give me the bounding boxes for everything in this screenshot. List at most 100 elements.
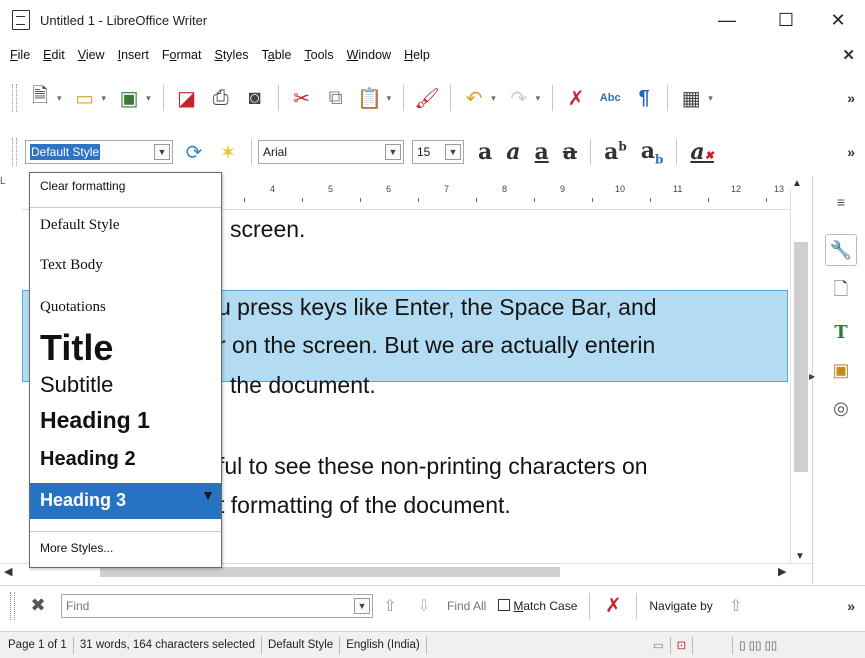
style-heading-3[interactable]: Heading 3 ▼ — [30, 483, 221, 519]
underline-icon[interactable]: a — [535, 139, 549, 165]
subscript-icon[interactable]: ab — [641, 138, 664, 166]
style-options-arrow-icon[interactable]: ▼ — [201, 487, 215, 503]
page-count[interactable]: Page 1 of 1 — [0, 636, 74, 654]
properties-wrench-icon[interactable]: 🔧 — [825, 234, 857, 266]
toolbar-overflow-icon[interactable]: » — [847, 90, 855, 106]
page-icon[interactable]: 🗋 — [825, 276, 857, 308]
paste-icon[interactable]: 📋 — [355, 83, 385, 113]
table-dropdown-icon[interactable]: ▾ — [708, 93, 713, 104]
paragraph-style-dropdown-icon[interactable]: ▼ — [154, 144, 170, 160]
cut-icon[interactable]: ✂ — [287, 83, 317, 113]
paragraph-style-combo[interactable]: Default Style ▼ — [25, 140, 173, 164]
toolbar-grip[interactable] — [12, 138, 17, 166]
tab-stop-selector[interactable]: L — [0, 176, 22, 190]
spelling-icon[interactable]: Abc — [595, 83, 625, 113]
match-case-checkbox[interactable]: Match Case — [498, 598, 577, 613]
style-text-body[interactable]: Text Body — [30, 257, 221, 274]
style-more-styles[interactable]: More Styles... — [30, 541, 221, 555]
export-pdf-icon[interactable]: ◪ — [172, 83, 202, 113]
navigate-previous-icon[interactable]: ⇧ — [721, 591, 751, 621]
page-style[interactable]: Default Style — [262, 636, 341, 654]
find-dropdown-icon[interactable]: ▼ — [354, 597, 370, 614]
style-default[interactable]: Default Style — [30, 217, 221, 234]
style-heading-2[interactable]: Heading 2 — [30, 448, 221, 471]
document-line[interactable]: u press keys like Enter, the Space Bar, … — [218, 294, 657, 321]
font-name-combo[interactable]: Arial ▼ — [258, 140, 404, 164]
new-document-icon[interactable]: 🗎 — [25, 83, 55, 113]
font-name-dropdown-icon[interactable]: ▼ — [385, 144, 401, 160]
font-size-combo[interactable]: 15 ▼ — [412, 140, 464, 164]
horizontal-scroll-thumb[interactable] — [100, 567, 560, 577]
menu-format[interactable]: Format — [162, 48, 202, 62]
superscript-icon[interactable]: ab — [604, 139, 627, 165]
menu-tools[interactable]: Tools — [304, 48, 333, 62]
scroll-left-arrow-icon[interactable]: ◀ — [4, 565, 12, 578]
menu-file[interactable]: File — [10, 48, 30, 62]
new-dropdown-icon[interactable]: ▾ — [57, 93, 62, 104]
toolbar-grip[interactable] — [12, 84, 17, 112]
styles-icon[interactable]: T — [825, 316, 857, 348]
find-replace-icon[interactable]: ✗ — [561, 83, 591, 113]
document-line[interactable]: r on the screen. But we are actually ent… — [218, 332, 655, 359]
strikethrough-icon[interactable]: a — [563, 139, 577, 165]
document-modified-icon[interactable]: ⊡ — [671, 636, 694, 654]
minimize-button[interactable]: — — [704, 0, 750, 40]
document-line[interactable]: ful to see these non-printing characters… — [218, 453, 648, 480]
menu-help[interactable]: Help — [404, 48, 430, 62]
scroll-up-arrow-icon[interactable]: ▲ — [792, 178, 802, 189]
style-heading-1[interactable]: Heading 1 — [30, 407, 221, 434]
document-line[interactable]: t formatting of the document. — [218, 492, 511, 519]
formatting-marks-icon[interactable]: ¶ — [629, 83, 659, 113]
new-style-icon[interactable]: ✶ — [213, 137, 243, 167]
digital-signature-icon[interactable] — [693, 636, 734, 654]
text-language[interactable]: English (India) — [340, 636, 427, 654]
insert-table-icon[interactable]: ▦ — [676, 83, 706, 113]
bold-icon[interactable]: a — [478, 139, 492, 165]
sidebar-collapse-icon[interactable]: ▶ — [809, 372, 817, 386]
style-subtitle[interactable]: Subtitle — [30, 372, 221, 398]
menu-window[interactable]: Window — [347, 48, 391, 62]
toolbar-grip[interactable] — [10, 591, 15, 620]
close-document-button[interactable]: ✕ — [842, 46, 855, 64]
menu-edit[interactable]: Edit — [43, 48, 65, 62]
undo-icon[interactable]: ↶ — [459, 83, 489, 113]
clone-formatting-icon[interactable]: 🖌 — [412, 83, 442, 113]
find-next-icon[interactable]: ⇩ — [409, 591, 439, 621]
menu-table[interactable]: Table — [262, 48, 292, 62]
close-window-button[interactable]: ✕ — [815, 0, 861, 40]
style-quotations[interactable]: Quotations — [30, 299, 221, 316]
clear-direct-formatting-icon[interactable]: a✖ — [690, 139, 713, 165]
navigator-compass-icon[interactable]: ◎ — [825, 392, 857, 424]
menu-insert[interactable]: Insert — [118, 48, 149, 62]
scroll-down-arrow-icon[interactable]: ▼ — [795, 551, 805, 562]
vertical-scrollbar[interactable]: ▼ — [790, 190, 810, 564]
style-title[interactable]: Title — [30, 327, 221, 369]
open-dropdown-icon[interactable]: ▾ — [102, 93, 107, 104]
close-find-bar-icon[interactable]: ✖ — [23, 591, 53, 621]
find-replace-dialog-icon[interactable]: ✗ — [598, 591, 628, 621]
match-case-box[interactable] — [498, 598, 511, 611]
gallery-icon[interactable]: ▣ — [825, 354, 857, 386]
update-style-icon[interactable]: ⟳ — [179, 137, 209, 167]
find-previous-icon[interactable]: ⇧ — [375, 591, 405, 621]
copy-icon[interactable]: ⧉ — [321, 83, 351, 113]
document-line[interactable]: screen. — [230, 216, 305, 243]
insert-mode-icon[interactable]: ▭ — [647, 636, 671, 654]
redo-dropdown-icon[interactable]: ▾ — [536, 93, 541, 104]
word-count[interactable]: 31 words, 164 characters selected — [74, 636, 262, 654]
document-line[interactable]: the document. — [230, 372, 376, 399]
redo-icon[interactable]: ↷ — [504, 83, 534, 113]
find-all-button[interactable]: Find All — [447, 599, 486, 613]
vertical-scroll-thumb[interactable] — [794, 242, 808, 472]
paste-dropdown-icon[interactable]: ▾ — [387, 93, 392, 104]
sidebar-menu-icon[interactable]: ≡ — [825, 186, 857, 218]
style-clear-formatting[interactable]: Clear formatting — [30, 179, 221, 193]
find-input[interactable]: Find ▼ — [61, 593, 373, 618]
scroll-right-arrow-icon[interactable]: ▶ — [778, 565, 786, 578]
undo-dropdown-icon[interactable]: ▾ — [491, 93, 496, 104]
view-layout-icon[interactable]: ▯ ▯▯ ▯▯ — [733, 637, 783, 654]
save-dropdown-icon[interactable]: ▾ — [146, 93, 151, 104]
font-size-dropdown-icon[interactable]: ▼ — [445, 144, 461, 160]
maximize-button[interactable]: ☐ — [763, 0, 809, 40]
menu-view[interactable]: View — [78, 48, 105, 62]
